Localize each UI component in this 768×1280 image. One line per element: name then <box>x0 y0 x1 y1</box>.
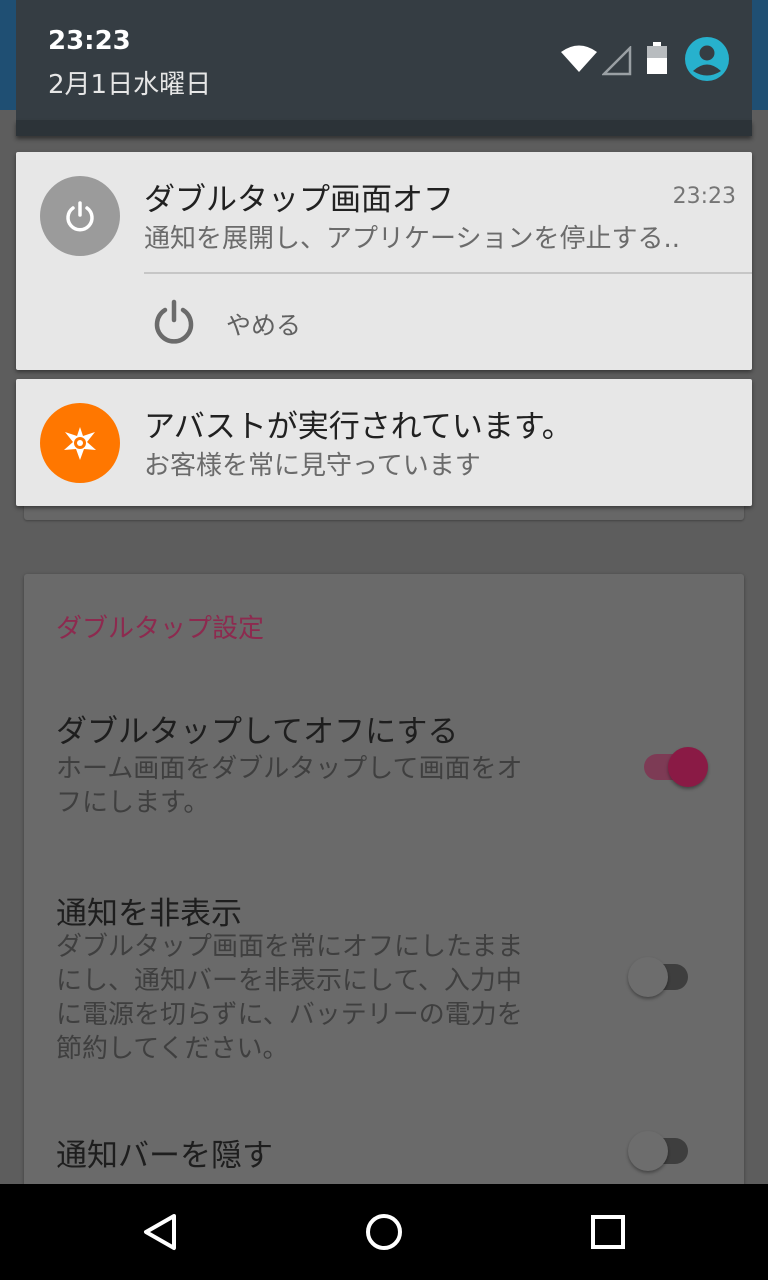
pref-hide-notification-title[interactable]: 通知を非表示 <box>56 888 242 933</box>
user-account-icon[interactable] <box>684 36 730 82</box>
avast-icon <box>64 427 96 460</box>
notification-avast[interactable]: アバストが実行されています。 お客様を常に見守っています <box>16 379 752 506</box>
section-title: ダブルタップ設定 <box>56 614 265 644</box>
summary-line: フにします。 <box>56 788 210 818</box>
date: 2月1日水曜日 <box>48 70 212 100</box>
notification-app-icon <box>40 403 120 483</box>
wifi-icon <box>561 45 597 72</box>
switch-thumb <box>628 1131 668 1171</box>
notification-divider <box>144 272 752 274</box>
home-icon[interactable] <box>360 1208 408 1256</box>
pref-double-tap-off-title[interactable]: ダブルタップしてオフにする <box>56 706 458 751</box>
power-icon <box>154 299 194 344</box>
double-tap-off-switch[interactable] <box>640 742 708 787</box>
notification-double-tap[interactable]: ダブルタップ画面オフ 23:23 通知を展開し、アプリケーションを停止する.. … <box>16 152 752 370</box>
switch-thumb <box>628 957 668 997</box>
notification-text: 通知を展開し、アプリケーションを停止する.. <box>144 224 681 254</box>
shade-quick-settings-edge <box>16 120 752 136</box>
summary-line: にし、通知バーを非表示にして、入力中 <box>56 966 522 996</box>
notification-shade-header: 23:23 2月1日水曜日 <box>16 0 752 120</box>
recents-icon[interactable] <box>584 1208 632 1256</box>
stop-action-button[interactable]: やめる <box>150 294 350 350</box>
navigation-bar <box>0 1184 768 1280</box>
notification-title: アバストが実行されています。 <box>144 409 573 445</box>
stop-action-label: やめる <box>226 311 302 340</box>
notification-title: ダブルタップ画面オフ <box>144 182 454 218</box>
clock: 23:23 <box>48 26 131 56</box>
status-icons <box>532 36 752 84</box>
power-icon <box>66 201 94 232</box>
notification-app-icon <box>40 176 120 256</box>
back-icon[interactable] <box>136 1208 184 1256</box>
pref-double-tap-off-summary: ホーム画面をダブルタップして画面をオ フにします。 <box>56 752 522 820</box>
summary-line: 節約してください。 <box>56 1034 289 1064</box>
hide-notification-bar-switch[interactable] <box>628 1126 692 1171</box>
notification-time: 23:23 <box>672 184 736 209</box>
hide-notification-switch[interactable] <box>628 952 692 997</box>
summary-line: ダブルタップ画面を常にオフにしたまま <box>56 932 524 962</box>
pref-hide-notification-bar-title[interactable]: 通知バーを隠す <box>56 1130 273 1175</box>
battery-icon <box>647 42 667 74</box>
cell-signal-icon <box>602 46 632 76</box>
summary-line: に電源を切らずに、バッテリーの電力を <box>56 1000 523 1030</box>
notification-text: お客様を常に見守っています <box>144 451 481 481</box>
summary-line: ホーム画面をダブルタップして画面をオ <box>56 754 523 784</box>
pref-hide-notification-summary: ダブルタップ画面を常にオフにしたまま にし、通知バーを非表示にして、入力中 に電… <box>56 930 523 1066</box>
switch-thumb <box>668 747 708 787</box>
